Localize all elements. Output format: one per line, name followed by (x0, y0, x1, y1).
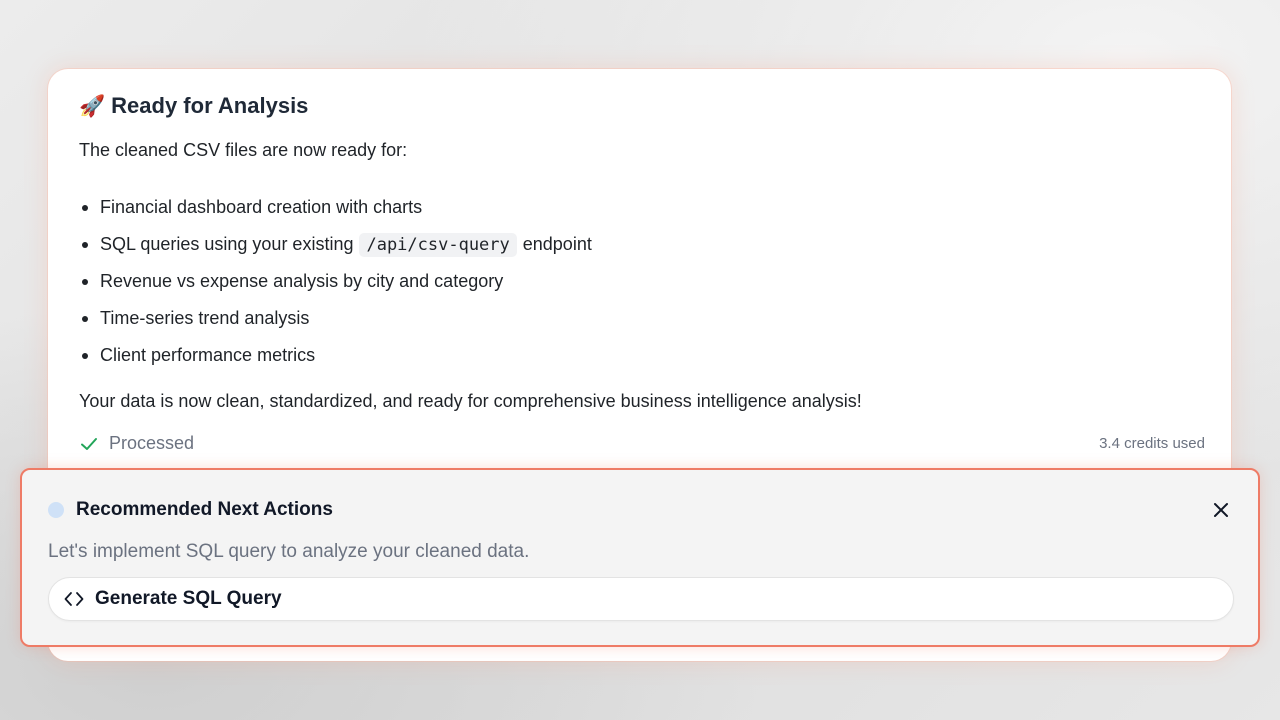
action-label: Generate SQL Query (95, 588, 282, 609)
intro-text: The cleaned CSV files are now ready for: (79, 140, 408, 160)
status-dot-icon (48, 502, 64, 518)
inline-code: /api/csv-query (359, 232, 517, 257)
recommended-actions-panel: Recommended Next Actions Let's implement… (20, 468, 1260, 647)
code-icon (64, 592, 84, 606)
credits-used: 3.4 credits used (1099, 435, 1205, 452)
close-icon[interactable] (1212, 501, 1230, 519)
bullet-dot (82, 279, 88, 285)
panel-header: Recommended Next Actions (48, 499, 333, 521)
list-item: Revenue vs expense analysis by city and … (79, 263, 592, 300)
bullet-dot (82, 316, 88, 322)
message-title: 🚀 Ready for Analysis (79, 93, 308, 119)
message-title-text: Ready for Analysis (111, 93, 309, 118)
panel-subtitle: Let's implement SQL query to analyze you… (48, 541, 530, 562)
panel-title: Recommended Next Actions (76, 499, 333, 520)
check-icon (81, 437, 97, 450)
bullet-dot (82, 242, 88, 248)
bullet-dot (82, 353, 88, 359)
bullet-dot (82, 205, 88, 211)
list-item: Financial dashboard creation with charts (79, 189, 592, 226)
status-row: Processed (79, 433, 194, 454)
ready-for-list: Financial dashboard creation with charts… (79, 189, 592, 374)
list-item: SQL queries using your existing/api/csv-… (79, 226, 592, 263)
list-item: Time-series trend analysis (79, 300, 592, 337)
status-label: Processed (109, 433, 195, 453)
rocket-icon: 🚀 (79, 93, 106, 118)
list-item: Client performance metrics (79, 337, 592, 374)
summary-text: Your data is now clean, standardized, an… (79, 391, 862, 411)
generate-sql-query-button[interactable]: Generate SQL Query (48, 577, 1234, 621)
